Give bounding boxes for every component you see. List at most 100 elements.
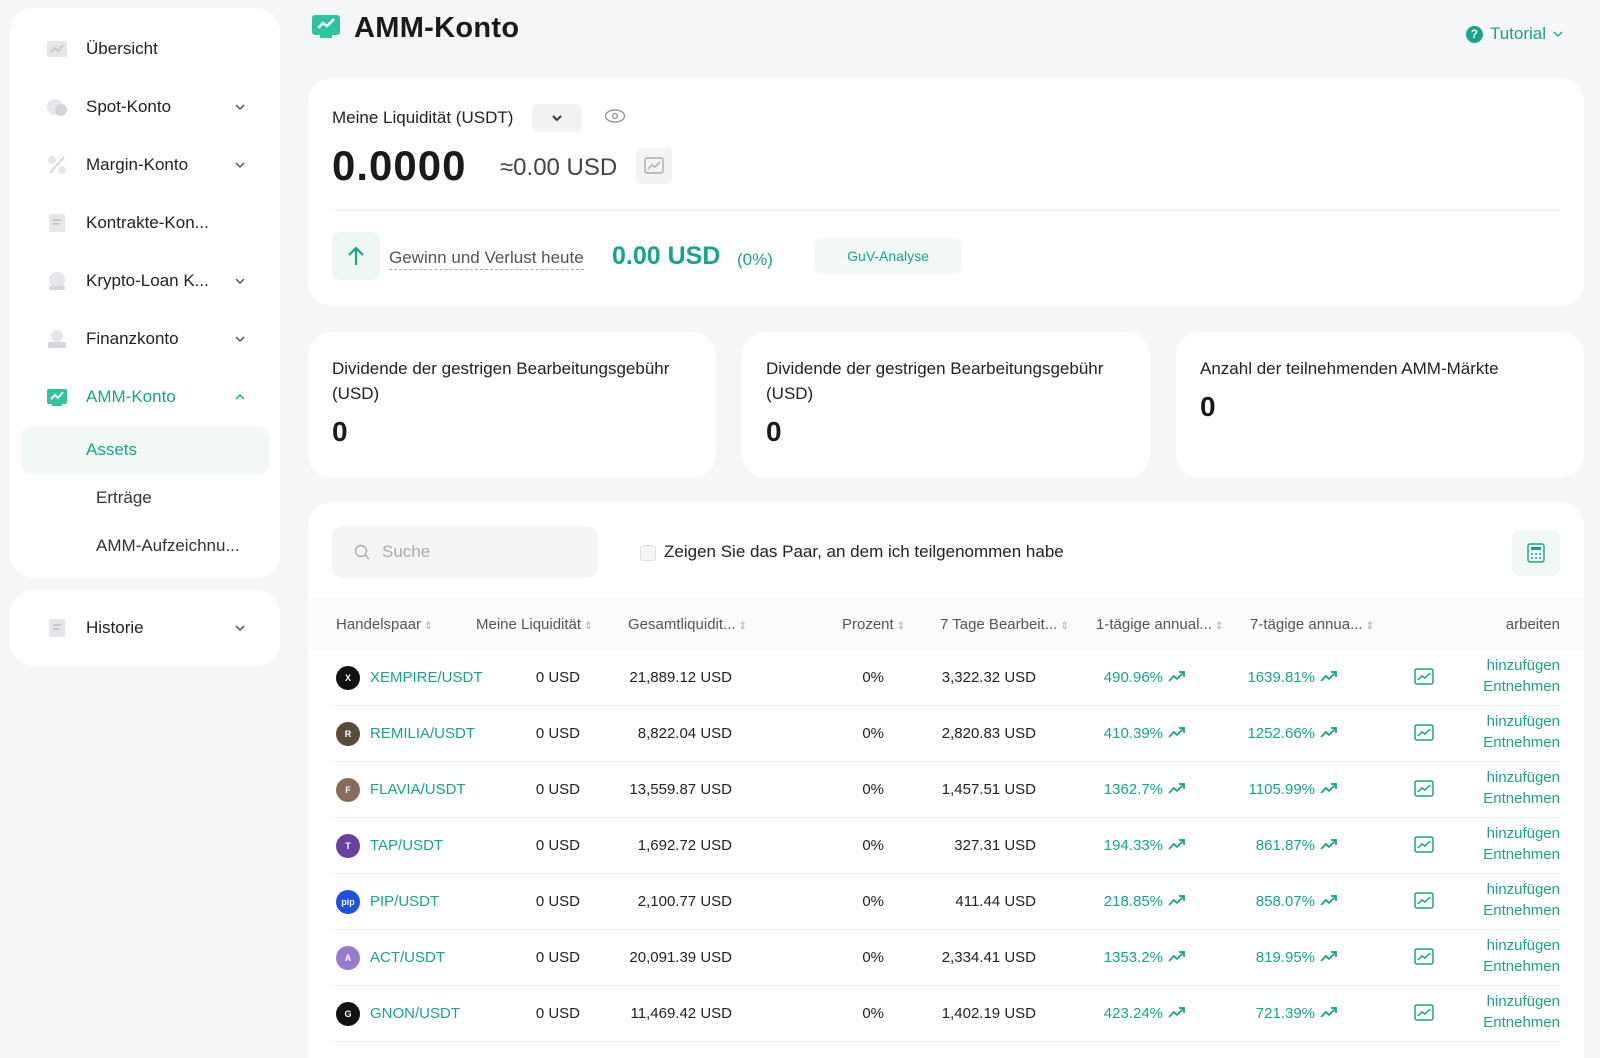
pair-link[interactable]: XEMPIRE/USDT bbox=[370, 669, 483, 686]
sidebar-subitem-amm-records[interactable]: AMM-Aufzeichnu... bbox=[20, 522, 270, 570]
sidebar-item-label: Krypto-Loan K... bbox=[86, 271, 209, 290]
chart-icon[interactable] bbox=[1414, 668, 1434, 691]
sidebar-item-spot[interactable]: Spot-Konto bbox=[10, 78, 280, 136]
sidebar-subitem-earnings[interactable]: Erträge bbox=[20, 474, 270, 522]
chart-icon[interactable] bbox=[1414, 948, 1434, 971]
coin-logo-icon: A bbox=[336, 946, 360, 970]
apy-1d-cell: 194.33% bbox=[1104, 837, 1186, 854]
pair-link[interactable]: FLAVIA/USDT bbox=[370, 781, 466, 798]
pair-link[interactable]: TAP/USDT bbox=[370, 837, 443, 854]
add-liquidity-link[interactable]: hinzufügen bbox=[1487, 657, 1560, 674]
apy-7d-cell: 1105.99% bbox=[1249, 781, 1338, 798]
sort-icon: ⇕ bbox=[424, 621, 433, 632]
chevron-down-icon bbox=[1553, 31, 1563, 37]
trend-up-icon bbox=[1168, 1007, 1185, 1018]
total-liquidity-cell: 2,100.77 USD bbox=[637, 893, 732, 910]
sidebar-item-amm[interactable]: AMM-Konto bbox=[10, 368, 280, 426]
trend-up-icon bbox=[1168, 895, 1185, 906]
trend-up-icon bbox=[1168, 671, 1185, 682]
pnl-analysis-button[interactable]: GuV-Analyse bbox=[814, 238, 962, 274]
trend-up-icon bbox=[1168, 951, 1185, 962]
liquidity-label: Meine Liquidität (USDT) bbox=[332, 108, 514, 127]
withdraw-link[interactable]: Entnehmen bbox=[1483, 790, 1560, 807]
table-row: pip PIP/USDT 0 USD 2,100.77 USD 0% 411.44 USD… bbox=[308, 874, 1584, 930]
apy-1d-cell: 490.96% bbox=[1104, 669, 1186, 686]
percent-cell: 0% bbox=[862, 669, 884, 686]
row-divider bbox=[332, 1041, 1560, 1042]
col-header-pair[interactable]: Handelspaar ⇕ bbox=[336, 616, 432, 633]
apy-1d-cell: 410.39% bbox=[1104, 725, 1186, 742]
add-liquidity-link[interactable]: hinzufügen bbox=[1487, 769, 1560, 786]
coin-logo-icon: G bbox=[336, 1002, 360, 1026]
col-header-fee-7d[interactable]: 7 Tage Bearbeit... ⇕ bbox=[940, 616, 1069, 633]
chart-icon[interactable] bbox=[1414, 780, 1434, 803]
pnl-label[interactable]: Gewinn und Verlust heute bbox=[389, 248, 584, 270]
chevron-down-icon bbox=[552, 115, 562, 122]
withdraw-link[interactable]: Entnehmen bbox=[1483, 958, 1560, 975]
calculator-button[interactable] bbox=[1512, 530, 1560, 576]
apy-7d-cell: 861.87% bbox=[1256, 837, 1338, 854]
currency-dropdown-button[interactable] bbox=[532, 104, 582, 132]
add-liquidity-link[interactable]: hinzufügen bbox=[1487, 825, 1560, 842]
fee-7d-cell: 2,334.41 USD bbox=[941, 949, 1036, 966]
sidebar-item-finance[interactable]: Finanzkonto bbox=[10, 310, 280, 368]
tutorial-link[interactable]: ? Tutorial bbox=[1465, 24, 1564, 44]
fee-7d-cell: 411.44 USD bbox=[955, 893, 1036, 910]
search-input[interactable]: Suche bbox=[332, 526, 598, 578]
add-liquidity-link[interactable]: hinzufügen bbox=[1487, 937, 1560, 954]
pair-link[interactable]: REMILIA/USDT bbox=[370, 725, 475, 742]
col-header-percent[interactable]: Prozent ⇕ bbox=[842, 616, 905, 633]
withdraw-link[interactable]: Entnehmen bbox=[1483, 846, 1560, 863]
table-row: T TAP/USDT 0 USD 1,692.72 USD 0% 327.31 USD 19… bbox=[308, 818, 1584, 874]
pair-link[interactable]: ACT/USDT bbox=[370, 949, 445, 966]
withdraw-link[interactable]: Entnehmen bbox=[1483, 678, 1560, 695]
add-liquidity-link[interactable]: hinzufügen bbox=[1487, 713, 1560, 730]
sidebar-subitem-assets[interactable]: Assets bbox=[20, 426, 270, 474]
liquidity-chart-button[interactable] bbox=[636, 148, 672, 184]
sidebar-item-label: Margin-Konto bbox=[86, 155, 189, 174]
stat-label: Dividende der gestrigen Bearbeitungsgebü… bbox=[332, 359, 670, 403]
sidebar: Übersicht Spot-Konto Margin-Konto Kontra… bbox=[10, 8, 280, 578]
total-liquidity-cell: 13,559.87 USD bbox=[629, 781, 732, 798]
eye-icon[interactable] bbox=[604, 108, 626, 129]
pair-link[interactable]: GNON/USDT bbox=[370, 1005, 460, 1022]
col-header-total-liquidity[interactable]: Gesamtliquidit... ⇕ bbox=[628, 616, 747, 633]
trend-up-icon bbox=[1320, 895, 1337, 906]
add-liquidity-link[interactable]: hinzufügen bbox=[1487, 881, 1560, 898]
my-liquidity-cell: 0 USD bbox=[535, 893, 580, 910]
liquidity-value: 0.0000 bbox=[332, 142, 467, 189]
chart-icon[interactable] bbox=[1414, 1004, 1434, 1027]
total-liquidity-cell: 20,091.39 USD bbox=[629, 949, 732, 966]
stat-label: Dividende der gestrigen Bearbeitungsgebü… bbox=[766, 359, 1104, 403]
fee-7d-cell: 1,402.19 USD bbox=[941, 1005, 1036, 1022]
chart-icon[interactable] bbox=[1414, 724, 1434, 747]
trend-up-icon bbox=[1320, 951, 1337, 962]
my-liquidity-cell: 0 USD bbox=[535, 949, 580, 966]
col-header-my-liquidity[interactable]: Meine Liquidität ⇕ bbox=[476, 616, 592, 633]
add-liquidity-link[interactable]: hinzufügen bbox=[1487, 993, 1560, 1010]
withdraw-link[interactable]: Entnehmen bbox=[1483, 734, 1560, 751]
sidebar-item-contracts[interactable]: Kontrakte-Kon... bbox=[10, 194, 280, 252]
loan-icon bbox=[46, 271, 68, 291]
participated-checkbox-label[interactable]: Zeigen Sie das Paar, an dem ich teilgeno… bbox=[664, 542, 1064, 562]
page-header: AMM-Konto bbox=[312, 12, 519, 45]
coin-logo-icon: F bbox=[336, 778, 360, 802]
withdraw-link[interactable]: Entnehmen bbox=[1483, 1014, 1560, 1031]
sidebar-item-crypto-loan[interactable]: Krypto-Loan K... bbox=[10, 252, 280, 310]
participated-checkbox[interactable] bbox=[640, 545, 656, 561]
percent-cell: 0% bbox=[862, 893, 884, 910]
col-header-apy-1d[interactable]: 1-tägige annual... ⇕ bbox=[1096, 616, 1223, 633]
chart-icon[interactable] bbox=[1414, 836, 1434, 859]
sidebar-item-margin[interactable]: Margin-Konto bbox=[10, 136, 280, 194]
total-liquidity-cell: 11,469.42 USD bbox=[630, 1005, 732, 1022]
chart-icon[interactable] bbox=[1414, 892, 1434, 915]
pair-link[interactable]: PIP/USDT bbox=[370, 893, 439, 910]
withdraw-link[interactable]: Entnehmen bbox=[1483, 902, 1560, 919]
stat-value: 0 bbox=[1200, 391, 1216, 422]
col-header-apy-7d[interactable]: 7-tägige annua... ⇕ bbox=[1250, 616, 1374, 633]
spot-icon bbox=[46, 97, 68, 117]
sidebar-item-history[interactable]: Historie bbox=[10, 590, 280, 666]
table-header: Handelspaar ⇕ Meine Liquidität ⇕ Gesamtliq… bbox=[308, 598, 1584, 650]
sidebar-item-overview[interactable]: Übersicht bbox=[10, 20, 280, 78]
trend-up-icon bbox=[1320, 783, 1337, 794]
